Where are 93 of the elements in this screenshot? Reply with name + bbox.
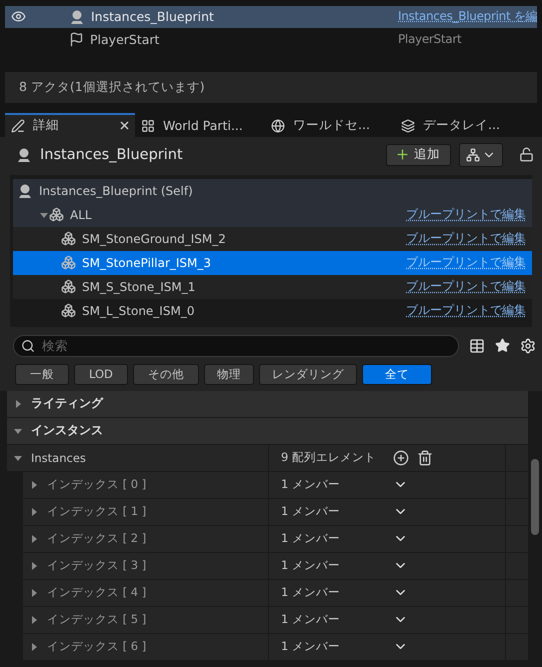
- edit-in-blueprint-link[interactable]: ブループリントで編集: [406, 206, 526, 224]
- hierarchy-icon: [466, 148, 480, 162]
- category-header[interactable]: インスタンス: [7, 418, 528, 445]
- flag-icon: [69, 32, 84, 47]
- edit-in-blueprint-link[interactable]: ブループリントで編集: [406, 302, 526, 320]
- actor-type-link[interactable]: Instances_Blueprint を編: [398, 8, 537, 26]
- property-value: 1 メンバー: [281, 477, 341, 492]
- property-name: インデックス [ 6 ]: [47, 639, 146, 654]
- search-icon: [21, 338, 35, 353]
- property-name: インデックス [ 0 ]: [47, 477, 146, 492]
- expand-arrow[interactable]: [29, 560, 39, 571]
- layers-icon: [401, 118, 415, 133]
- filter-button[interactable]: 全て: [362, 364, 432, 385]
- add-button[interactable]: 追加: [386, 144, 451, 166]
- grid-icon: [141, 118, 155, 133]
- eye-icon[interactable]: [11, 9, 26, 24]
- scrollbar-thumb[interactable]: [531, 458, 539, 535]
- actor-name: Instances_Blueprint: [91, 9, 215, 24]
- property-value: 1 メンバー: [281, 612, 341, 628]
- actor-icon: [69, 8, 85, 25]
- tab-label: ワールドセ...: [293, 117, 371, 134]
- tab-label: World Parti...: [163, 118, 244, 134]
- expand-arrow[interactable]: [29, 614, 39, 625]
- expand-arrow[interactable]: [29, 480, 39, 490]
- star-icon[interactable]: [495, 338, 510, 354]
- filter-button[interactable]: その他: [132, 364, 199, 385]
- tab-label: 詳細: [33, 117, 60, 134]
- filter-button[interactable]: 物理: [204, 364, 254, 385]
- property-name: インデックス [ 2 ]: [47, 531, 146, 546]
- category-header[interactable]: ライティング: [7, 390, 528, 418]
- edit-in-blueprint-link[interactable]: ブループリントで編集: [406, 278, 526, 296]
- expand-arrow[interactable]: [29, 642, 39, 652]
- component-name: ALL: [70, 208, 93, 222]
- property-name: インデックス [ 1 ]: [47, 504, 146, 520]
- component-name: SM_StoneGround_ISM_2: [82, 232, 227, 246]
- hierarchy-dropdown[interactable]: [459, 142, 503, 167]
- actor-title: Instances_Blueprint: [40, 146, 184, 163]
- add-element-icon[interactable]: [393, 450, 409, 466]
- panel-tab[interactable]: World Parti...: [135, 112, 265, 137]
- component-name: SM_S_Stone_ISM_1: [82, 280, 196, 294]
- status-bar: 8 アクタ(1個選択されています): [5, 72, 537, 103]
- component-row[interactable]: SM_S_Stone_ISM_1 ブループリントで編集: [13, 274, 532, 299]
- lock-icon[interactable]: [519, 147, 534, 162]
- search-field[interactable]: 検索: [13, 334, 459, 357]
- category-title: ライティング: [31, 395, 103, 412]
- expand-arrow[interactable]: [29, 534, 39, 544]
- outliner-row[interactable]: PlayerStart PlayerStart: [5, 28, 537, 50]
- cubes-icon: [61, 303, 76, 318]
- edit-in-blueprint-link[interactable]: ブループリントで編集: [406, 230, 526, 248]
- expand-arrow[interactable]: [13, 398, 23, 409]
- property-name: インデックス [ 4 ]: [47, 585, 146, 600]
- panel-tab[interactable]: データレイ...: [395, 112, 525, 137]
- expand-arrow[interactable]: [29, 588, 39, 598]
- property-value: 1 メンバー: [281, 504, 341, 520]
- property-value: 1 メンバー: [281, 558, 341, 574]
- close-icon[interactable]: [120, 121, 129, 130]
- actor-type: PlayerStart: [398, 32, 462, 46]
- property-value: 1 メンバー: [281, 531, 341, 546]
- component-name: SM_StonePillar_ISM_3: [82, 256, 212, 270]
- filter-button[interactable]: 一般: [15, 364, 69, 385]
- cubes-icon: [61, 255, 76, 270]
- property-name: Instances: [31, 450, 86, 465]
- expand-arrow[interactable]: [29, 506, 39, 517]
- property-value: 1 メンバー: [281, 585, 341, 600]
- property-name: インデックス [ 3 ]: [47, 558, 146, 574]
- property-value: 9 配列エレメント: [281, 450, 377, 466]
- cubes-icon: [61, 231, 76, 246]
- tab-label: データレイ...: [423, 117, 501, 134]
- property-value: 1 メンバー: [281, 639, 341, 654]
- pencil-icon: [11, 118, 25, 133]
- filter-button[interactable]: LOD: [74, 364, 128, 385]
- component-row[interactable]: SM_StoneGround_ISM_2 ブループリントで編集: [13, 226, 532, 251]
- component-row[interactable]: Instances_Blueprint (Self): [13, 178, 532, 203]
- filter-button[interactable]: レンダリング: [258, 364, 357, 385]
- component-name: SM_L_Stone_ISM_0: [82, 304, 196, 318]
- actor-icon: [16, 146, 32, 163]
- category-title: インスタンス: [31, 422, 103, 440]
- panel-tab[interactable]: ワールドセ...: [265, 112, 395, 137]
- component-row[interactable]: SM_StonePillar_ISM_3 ブループリントで編集: [13, 250, 532, 275]
- property-name: インデックス [ 5 ]: [47, 612, 146, 628]
- cubes-icon: [61, 279, 76, 294]
- component-name: Instances_Blueprint (Self): [39, 184, 194, 198]
- component-row[interactable]: ALL ブループリントで編集: [13, 202, 532, 227]
- plus-icon: [395, 147, 410, 162]
- actor-name: PlayerStart: [90, 32, 160, 47]
- outliner-row[interactable]: Instances_Blueprint Instances_Blueprint を編: [5, 6, 537, 28]
- panel-tab[interactable]: 詳細: [5, 112, 135, 137]
- globe-icon: [271, 118, 285, 133]
- trash-icon[interactable]: [417, 450, 433, 466]
- settings-icon[interactable]: [520, 338, 536, 354]
- actor-icon: [17, 182, 33, 199]
- cubes-icon: [49, 207, 64, 222]
- table-icon[interactable]: [469, 338, 485, 354]
